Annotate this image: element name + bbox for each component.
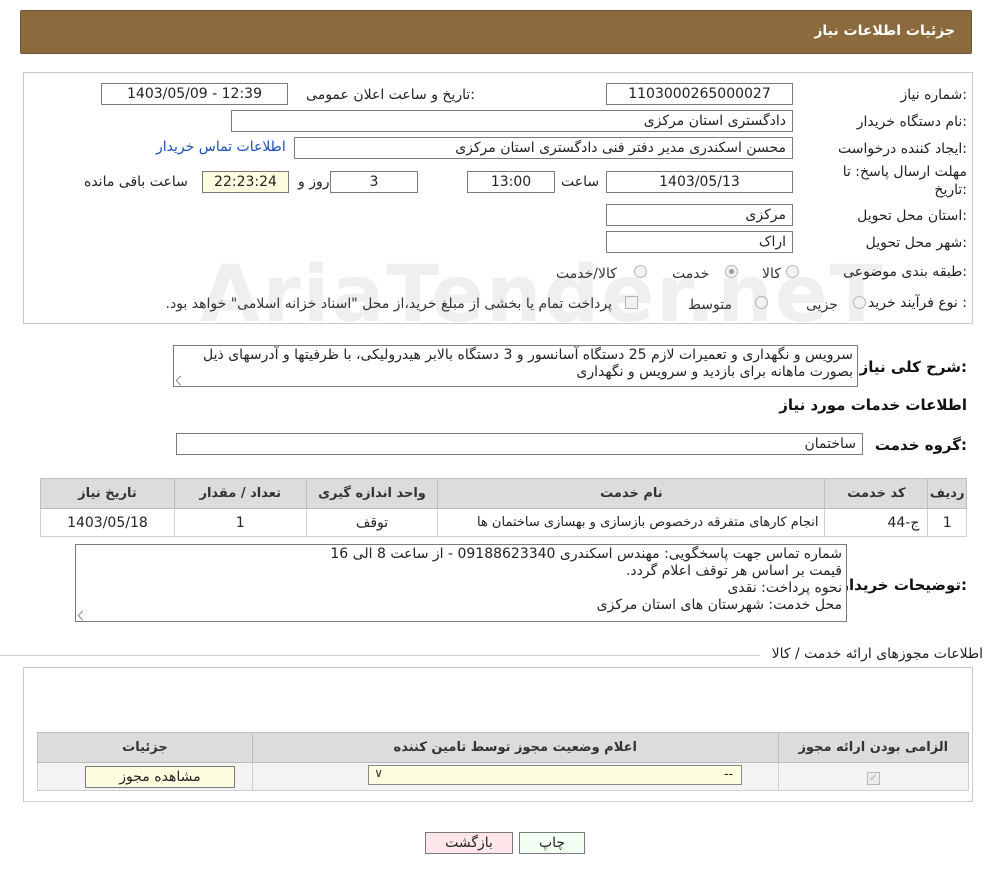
buyer-contact-link[interactable]: اطلاعات تماس خریدار — [156, 139, 286, 155]
cell-name: انجام کارهای متفرقه درخصوص بازسازی و بهس… — [437, 508, 826, 537]
col-date: تاریخ نیاز — [40, 478, 175, 509]
time-label: ساعت — [561, 174, 600, 190]
remaining-time-field: 22:23:24 — [202, 171, 289, 193]
buyer-notes-textarea[interactable]: شماره تماس جهت پاسخگویی: مهندس اسکندری 0… — [75, 544, 847, 622]
permits-section-title: اطلاعات مجوزهای ارائه خدمت / کالا — [771, 646, 983, 662]
print-button[interactable]: چاپ — [519, 832, 585, 854]
col-name: نام خدمت — [437, 478, 826, 509]
services-table-header: ردیف کد خدمت نام خدمت واحد اندازه گیری ت… — [40, 478, 967, 509]
permits-divider — [0, 655, 760, 656]
page-title: جزئیات اطلاعات نیاز — [814, 23, 955, 39]
col-details: جزئیات — [37, 732, 253, 763]
days-label: روز و — [298, 174, 330, 190]
announce-field: 1403/05/09 - 12:39 — [101, 83, 288, 105]
description-textarea[interactable]: سرویس و نگهداری و تعمیرات لازم 25 دستگاه… — [173, 345, 858, 387]
buyer-notes-line: محل خدمت: شهرستان های استان مرکزی — [596, 597, 842, 613]
cell-qty: 1 — [173, 508, 307, 537]
category-radio-goods[interactable] — [786, 265, 799, 278]
back-button[interactable]: بازگشت — [425, 832, 513, 854]
creator-label: ایجاد کننده درخواست: — [838, 141, 967, 157]
page-header: جزئیات اطلاعات نیاز — [20, 10, 972, 54]
cell-date: 1403/05/18 — [40, 508, 175, 537]
treasury-checkbox[interactable] — [625, 296, 638, 309]
treasury-note: پرداخت تمام یا بخشی از مبلغ خرید،از محل … — [165, 296, 612, 312]
province-field: مرکزی — [606, 204, 793, 226]
category-radio-both[interactable] — [634, 265, 647, 278]
col-required: الزامی بودن ارائه مجوز — [777, 732, 970, 763]
status-select-value: -- — [723, 766, 734, 782]
deadline-label-date: تاریخ: — [934, 182, 967, 198]
permits-table-header: الزامی بودن ارائه مجوز اعلام وضعیت مجوز … — [37, 732, 970, 763]
need-number-label: شماره نیاز: — [900, 87, 967, 103]
creator-field: محسن اسکندری مدیر دفتر فنی دادگستری استا… — [294, 137, 793, 159]
col-qty: تعداد / مقدار — [173, 478, 307, 509]
col-unit: واحد اندازه گیری — [305, 478, 439, 509]
category-label: طبقه بندی موضوعی: — [843, 264, 967, 280]
table-row: 1 ج-44 انجام کارهای متفرقه درخصوص بازساز… — [40, 508, 967, 537]
buyer-org-field: دادگستری استان مرکزی — [231, 110, 793, 132]
required-checkbox: ✓ — [866, 771, 880, 785]
deadline-label: مهلت ارسال پاسخ: تا — [842, 164, 967, 180]
remaining-label: ساعت باقی مانده — [84, 174, 188, 190]
purchase-type-label: نوع فرآیند خرید : — [868, 295, 967, 311]
category-option-goods: کالا — [762, 266, 781, 282]
category-radio-service[interactable] — [725, 265, 738, 278]
purchase-option-minor: جزیی — [806, 297, 838, 313]
select-chevron-icon: ∨ — [374, 765, 384, 780]
status-select[interactable]: ∨ -- — [368, 764, 743, 785]
purchase-option-medium: متوسط — [688, 297, 732, 313]
cell-code: ج-44 — [824, 508, 929, 537]
need-number-field: 1103000265000027 — [606, 83, 793, 105]
city-field: اراک — [606, 231, 793, 253]
days-field: 3 — [330, 171, 418, 193]
buyer-notes-label: توضیحات خریدار: — [840, 576, 967, 594]
category-option-both: کالا/خدمت — [556, 266, 617, 282]
category-option-service: خدمت — [672, 266, 710, 282]
services-table: ردیف کد خدمت نام خدمت واحد اندازه گیری ت… — [40, 478, 967, 537]
province-label: استان محل تحویل: — [857, 208, 967, 224]
required-cell: ✓ — [777, 762, 970, 791]
buyer-org-label: نام دستگاه خریدار: — [856, 114, 967, 130]
deadline-time-field: 13:00 — [467, 171, 555, 193]
col-row: ردیف — [927, 478, 967, 509]
service-group-label: گروه خدمت: — [874, 436, 967, 454]
description-text: سرویس و نگهداری و تعمیرات لازم 25 دستگاه… — [203, 347, 853, 380]
col-code: کد خدمت — [824, 478, 929, 509]
city-label: شهر محل تحویل: — [865, 235, 967, 251]
description-label: شرح کلی نیاز: — [859, 358, 967, 376]
status-cell: ∨ -- — [251, 762, 779, 791]
purchase-radio-minor[interactable] — [853, 296, 866, 309]
cell-row: 1 — [927, 508, 967, 537]
table-row: ✓ ∨ -- مشاهده مجوز — [37, 762, 970, 791]
buyer-notes-line: شماره تماس جهت پاسخگویی: مهندس اسکندری 0… — [330, 546, 842, 562]
buyer-notes-line: نحوه پرداخت: نقدی — [727, 580, 842, 596]
resize-handle-icon[interactable] — [175, 375, 186, 386]
buyer-notes-line: قیمت بر اساس هر توقف اعلام گردد. — [625, 563, 842, 579]
view-permit-button[interactable]: مشاهده مجوز — [84, 765, 235, 788]
purchase-radio-medium[interactable] — [755, 296, 768, 309]
service-group-field: ساختمان — [176, 433, 863, 455]
details-cell: مشاهده مجوز — [37, 762, 253, 791]
cell-unit: توقف — [305, 508, 439, 537]
announce-label: تاریخ و ساعت اعلان عمومی: — [306, 87, 475, 103]
col-status: اعلام وضعیت مجوز توسط تامین کننده — [251, 732, 779, 763]
deadline-date-field: 1403/05/13 — [606, 171, 793, 193]
services-section-title: اطلاعات خدمات مورد نیاز — [779, 396, 967, 414]
permits-table: الزامی بودن ارائه مجوز اعلام وضعیت مجوز … — [37, 732, 970, 791]
